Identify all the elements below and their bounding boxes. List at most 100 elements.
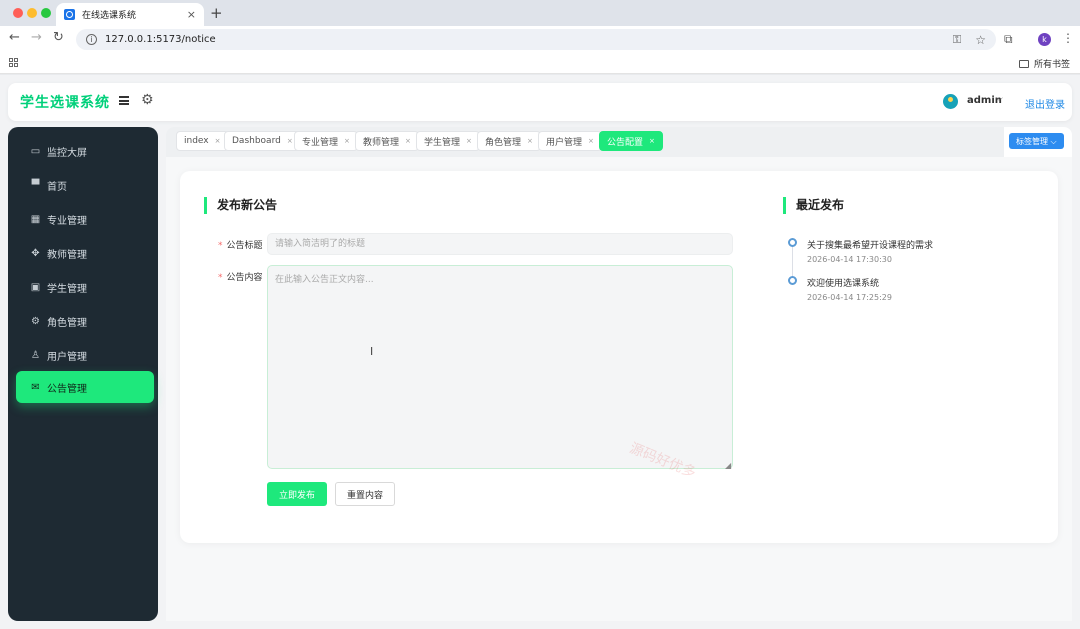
sidebar-item-notices[interactable]: ✉ 公告管理 — [16, 371, 154, 403]
tag-label: 学生管理 — [424, 137, 461, 148]
notice-card: 发布新公告 *公告标题 *公告内容 ◢ I 立即发布 重置内容 最近发布 关于搜… — [180, 171, 1058, 543]
tag-label: 公告配置 — [607, 137, 644, 148]
recent-item-title[interactable]: 欢迎使用选课系统 — [807, 276, 879, 289]
close-icon[interactable]: × — [215, 137, 221, 145]
browser-menu-icon[interactable]: ⋮ — [1062, 31, 1074, 45]
recent-section-title: 最近发布 — [783, 197, 844, 214]
sidebar: ▭ 监控大屏 ▀ 首页 ▦ 专业管理 ✥ 教师管理 ▣ 学生管理 ⚙ 角色管理 … — [8, 127, 158, 621]
sidebar-item-majors[interactable]: ▦ 专业管理 — [16, 203, 154, 235]
briefcase-icon: ▣ — [30, 281, 41, 293]
sidebar-item-label: 监控大屏 — [47, 147, 87, 159]
tag-label: 专业管理 — [302, 137, 339, 148]
close-icon[interactable]: × — [649, 137, 655, 145]
tag-dashboard[interactable]: Dashboard × — [224, 131, 301, 151]
logout-link[interactable]: 退出登录 — [1025, 96, 1065, 111]
building-icon: ▦ — [30, 213, 41, 225]
sidebar-item-teachers[interactable]: ✥ 教师管理 — [16, 237, 154, 269]
user-avatar[interactable] — [943, 94, 958, 109]
all-bookmarks-button[interactable]: 所有书签 — [1018, 57, 1070, 70]
site-info-icon[interactable]: i — [86, 34, 97, 45]
notice-content-textarea[interactable] — [267, 265, 733, 469]
mail-icon: ✉ — [31, 381, 40, 393]
sidebar-item-label: 用户管理 — [47, 351, 87, 363]
tag-label: 用户管理 — [546, 137, 583, 148]
content-field-label: * 公告内容 — [218, 270, 263, 283]
close-icon[interactable]: × — [527, 137, 533, 145]
minimize-window-button[interactable] — [27, 8, 37, 18]
timeline-dot — [788, 238, 797, 247]
sidebar-item-label: 教师管理 — [47, 249, 87, 261]
tag-manage-wrapper: 标签管理 ⌵ — [1004, 127, 1072, 157]
monitor-icon: ▭ — [30, 145, 41, 157]
title-label-text: 公告标题 — [226, 241, 263, 251]
browser-tab-active[interactable]: 在线选课系统 × — [56, 3, 204, 26]
notice-title-input[interactable] — [267, 233, 733, 255]
gear-icon: ⚙ — [31, 315, 40, 327]
bookmarks-bar: 所有书签 — [0, 52, 1080, 74]
recent-item-title[interactable]: 关于搜集最希望开设课程的需求 — [807, 238, 933, 251]
address-bar[interactable]: i 127.0.0.1:5173/notice ⚿ ☆ — [76, 29, 996, 50]
tags-bar: index × Dashboard × 专业管理 × 教师管理 × 学生管理 × 角色管理… — [166, 127, 1072, 157]
settings-gear-icon[interactable]: ⚙ — [141, 92, 154, 108]
folder-icon — [1018, 59, 1029, 68]
sidebar-item-label: 首页 — [47, 181, 67, 193]
title-field-label: * 公告标题 — [218, 238, 263, 251]
tag-users[interactable]: 用户管理 × — [538, 131, 602, 151]
text-cursor-icon: I — [370, 345, 374, 358]
forward-arrow-icon[interactable]: → — [31, 30, 42, 45]
sidebar-item-label: 角色管理 — [47, 317, 87, 329]
publish-button[interactable]: 立即发布 — [267, 482, 327, 506]
timeline-dot — [788, 276, 797, 285]
maximize-window-button[interactable] — [41, 8, 51, 18]
sidebar-item-label: 专业管理 — [47, 215, 87, 227]
browser-titlebar: 在线选课系统 × + — [0, 0, 1080, 26]
tag-notice-config[interactable]: 公告配置 × — [599, 131, 663, 151]
app-header: 学生选课系统 ⚙ admin ⌵ 退出登录 — [8, 83, 1072, 121]
profile-avatar[interactable]: k — [1038, 33, 1051, 46]
app-root: 学生选课系统 ⚙ admin ⌵ 退出登录 ▭ 监控大屏 ▀ 首页 ▦ 专业管理… — [0, 75, 1080, 629]
close-icon[interactable]: × — [588, 137, 594, 145]
tab-close-icon[interactable]: × — [187, 8, 196, 21]
tag-label: 教师管理 — [363, 137, 400, 148]
close-icon[interactable]: × — [405, 137, 411, 145]
sidebar-item-label: 学生管理 — [47, 283, 87, 295]
close-icon[interactable]: × — [344, 137, 350, 145]
sidebar-item-users[interactable]: ♙ 用户管理 — [16, 339, 154, 371]
apps-grid-icon[interactable] — [9, 58, 18, 67]
browser-toolbar: ← → ↻ i 127.0.0.1:5173/notice ⚿ ☆ ⧉ k ⋮ — [0, 26, 1080, 52]
back-arrow-icon[interactable]: ← — [9, 30, 20, 45]
tag-students[interactable]: 学生管理 × — [416, 131, 480, 151]
tag-manage-button[interactable]: 标签管理 ⌵ — [1009, 133, 1064, 149]
chevron-down-icon[interactable]: ⌵ — [996, 94, 1003, 104]
close-icon[interactable]: × — [287, 137, 293, 145]
brand-title: 学生选课系统 — [20, 95, 110, 111]
tag-teachers[interactable]: 教师管理 × — [355, 131, 419, 151]
publish-section-title: 发布新公告 — [204, 197, 277, 214]
sidebar-item-students[interactable]: ▣ 学生管理 — [16, 271, 154, 303]
sidebar-item-monitor[interactable]: ▭ 监控大屏 — [16, 135, 154, 167]
tag-label: Dashboard — [232, 136, 281, 146]
tag-majors[interactable]: 专业管理 × — [294, 131, 358, 151]
sidebar-item-label: 公告管理 — [47, 383, 87, 395]
all-bookmarks-label: 所有书签 — [1033, 60, 1070, 70]
reload-icon[interactable]: ↻ — [53, 30, 64, 45]
move-icon: ✥ — [31, 247, 40, 259]
tag-roles[interactable]: 角色管理 × — [477, 131, 541, 151]
recent-item-time: 2026-04-14 17:25:29 — [807, 293, 892, 302]
tag-label: 角色管理 — [485, 137, 522, 148]
new-tab-button[interactable]: + — [210, 4, 223, 22]
reset-button[interactable]: 重置内容 — [335, 482, 395, 506]
resize-handle-icon[interactable]: ◢ — [725, 461, 731, 470]
tag-index[interactable]: index × — [176, 131, 229, 151]
menu-toggle-icon[interactable] — [119, 96, 129, 105]
sidebar-item-home[interactable]: ▀ 首页 — [16, 169, 154, 201]
password-key-icon[interactable]: ⚿ — [953, 33, 961, 47]
bookmark-star-icon[interactable]: ☆ — [975, 33, 986, 47]
close-window-button[interactable] — [13, 8, 23, 18]
extensions-puzzle-icon[interactable]: ⧉ — [1004, 32, 1013, 47]
address-url[interactable]: 127.0.0.1:5173/notice — [105, 34, 953, 45]
sidebar-item-roles[interactable]: ⚙ 角色管理 — [16, 305, 154, 337]
close-icon[interactable]: × — [466, 137, 472, 145]
browser-tab-title: 在线选课系统 — [82, 11, 137, 21]
main-content: index × Dashboard × 专业管理 × 教师管理 × 学生管理 × 角色管理… — [166, 127, 1072, 621]
